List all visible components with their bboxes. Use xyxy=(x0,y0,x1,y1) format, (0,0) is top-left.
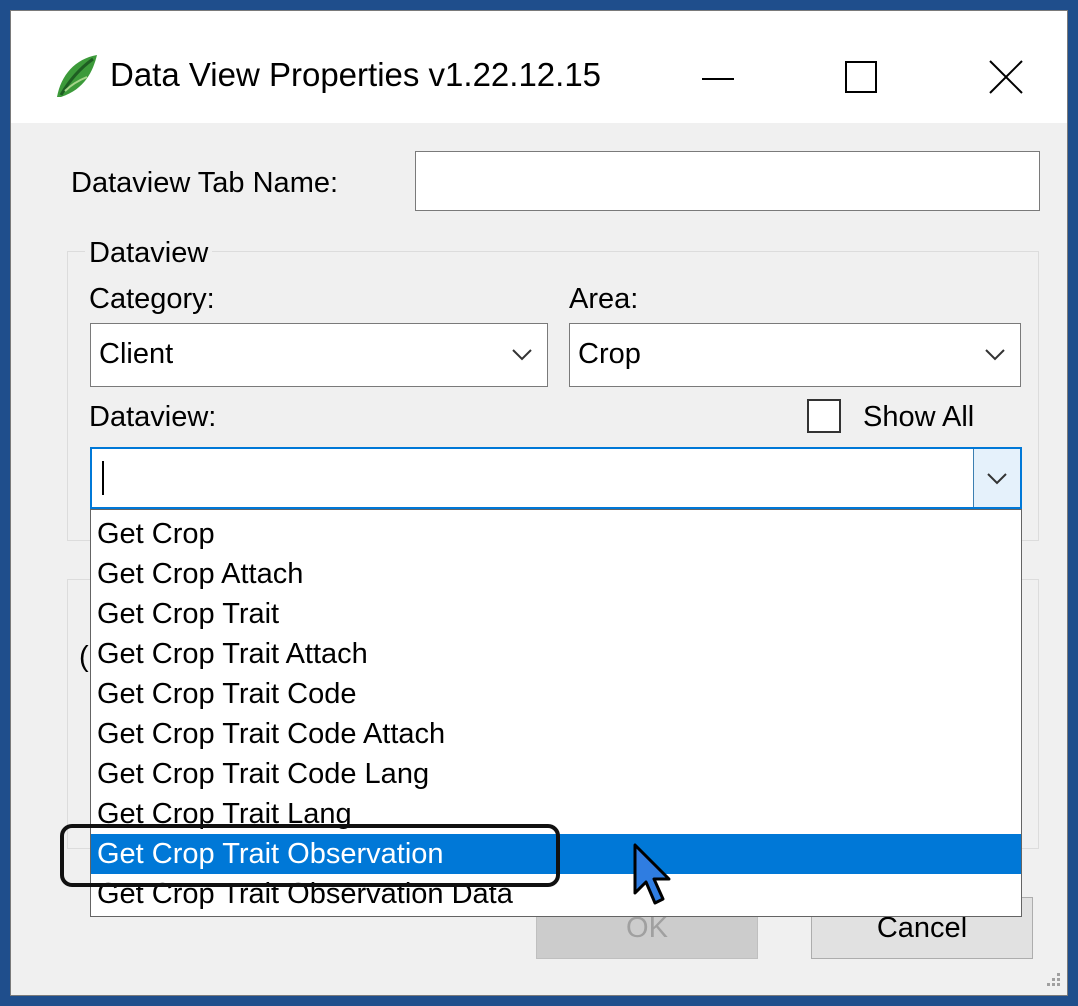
hidden-control-glyph: ( xyxy=(79,641,89,673)
window-title: Data View Properties v1.22.12.15 xyxy=(110,56,602,93)
area-select[interactable]: Crop xyxy=(569,323,1021,387)
dataview-label: Dataview: xyxy=(89,401,217,433)
close-button[interactable] xyxy=(961,37,1051,117)
list-item[interactable]: Get Crop Trait Code xyxy=(91,674,1021,714)
category-label: Category: xyxy=(89,283,215,315)
show-all-label: Show All xyxy=(863,401,975,433)
area-label: Area: xyxy=(569,283,639,315)
close-icon xyxy=(989,60,1023,94)
tab-name-label: Dataview Tab Name: xyxy=(71,167,339,199)
category-value: Client xyxy=(99,338,174,370)
leaf-icon xyxy=(51,51,103,103)
mouse-pointer-icon xyxy=(633,843,671,905)
chevron-down-icon xyxy=(512,349,532,361)
chevron-down-icon xyxy=(985,349,1005,361)
list-item[interactable]: Get Crop Trait xyxy=(91,594,1021,634)
title-bar[interactable]: Data View Properties v1.22.12.15 xyxy=(11,11,1067,123)
area-value: Crop xyxy=(578,338,641,370)
dialog-window: Data View Properties v1.22.12.15 Datavie… xyxy=(10,10,1068,996)
minimize-icon xyxy=(702,78,734,80)
list-item[interactable]: Get Crop Trait Code Attach xyxy=(91,714,1021,754)
dataview-group-title: Dataview xyxy=(85,235,213,271)
maximize-button[interactable] xyxy=(816,37,906,117)
minimize-button[interactable] xyxy=(673,37,763,117)
tab-name-input[interactable] xyxy=(415,151,1040,211)
list-item[interactable]: Get Crop Trait Code Lang xyxy=(91,754,1021,794)
dataview-dropdown-button[interactable] xyxy=(973,449,1020,507)
maximize-icon xyxy=(845,61,877,93)
list-item[interactable]: Get Crop Trait Attach xyxy=(91,634,1021,674)
chevron-down-icon xyxy=(987,473,1007,485)
show-all-checkbox[interactable] xyxy=(807,399,841,433)
list-item[interactable]: Get Crop xyxy=(91,514,1021,554)
highlight-callout xyxy=(60,824,560,887)
dataview-select[interactable] xyxy=(90,447,1022,509)
resize-grip-icon[interactable] xyxy=(1041,969,1061,989)
text-caret xyxy=(102,461,104,495)
category-select[interactable]: Client xyxy=(90,323,548,387)
list-item[interactable]: Get Crop Attach xyxy=(91,554,1021,594)
